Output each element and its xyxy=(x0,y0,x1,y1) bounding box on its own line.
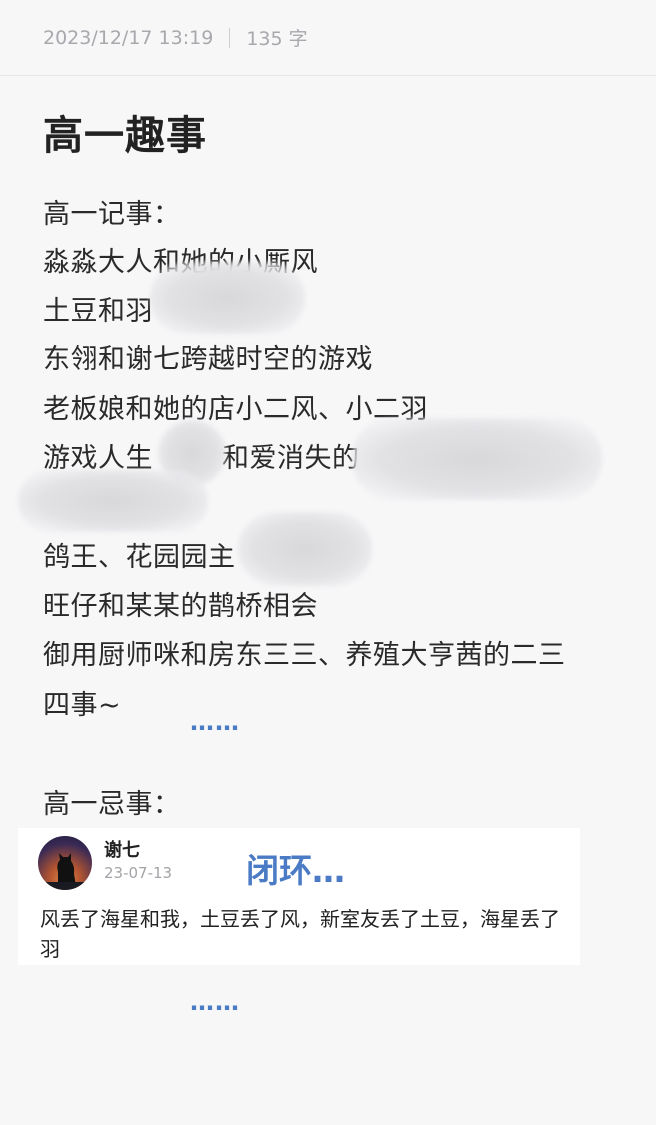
cat-icon xyxy=(38,853,92,890)
note-line-5b[interactable]: 和爱消失的 xyxy=(222,436,360,475)
comment-author: 谢七 xyxy=(104,840,140,861)
note-word-count: 135 字 xyxy=(246,28,308,50)
note-meta-bar: 2023/12/17 13:19 135 字 xyxy=(0,0,656,76)
redaction-blur xyxy=(238,512,372,586)
section-heading-notes[interactable]: 高一记事： xyxy=(43,192,181,231)
comment-text: 风丢了海星和我，土豆丢了风，新室友丢了土豆，海星丢了羽 xyxy=(40,907,560,961)
note-line-9[interactable]: 御用厨师咪和房东三三、养殖大亨茜的二三 xyxy=(43,633,566,672)
meta-divider xyxy=(229,27,231,48)
ellipsis-annotation: …… xyxy=(190,708,240,736)
note-line-8[interactable]: 旺仔和某某的鹊桥相会 xyxy=(43,584,318,623)
note-title[interactable]: 高一趣事 xyxy=(43,103,207,161)
note-line-10[interactable]: 四事~ xyxy=(43,683,121,722)
note-line-3[interactable]: 东翎和谢七跨越时空的游戏 xyxy=(43,337,373,376)
redaction-blur xyxy=(150,262,305,334)
note-line-4[interactable]: 老板娘和她的店小二风、小二羽 xyxy=(43,387,428,426)
comment-date: 23-07-13 xyxy=(104,864,173,882)
redaction-blur xyxy=(352,418,602,500)
section-heading-taboo[interactable]: 高一忌事： xyxy=(43,782,181,821)
note-line-2[interactable]: 土豆和羽 xyxy=(43,289,153,328)
embedded-comment-card: 谢七 23-07-13 闭环… 风丢了海星和我，土豆丢了风，新室友丢了土豆，海星… xyxy=(18,828,580,965)
ellipsis-annotation: …… xyxy=(190,988,240,1016)
redaction-blur xyxy=(18,470,208,532)
note-line-7[interactable]: 鸽王、花园园主 xyxy=(43,535,236,574)
cat-silhouette-moon-avatar xyxy=(38,836,92,890)
closed-loop-annotation: 闭环… xyxy=(246,851,345,890)
note-timestamp: 2023/12/17 13:19 xyxy=(43,26,214,49)
